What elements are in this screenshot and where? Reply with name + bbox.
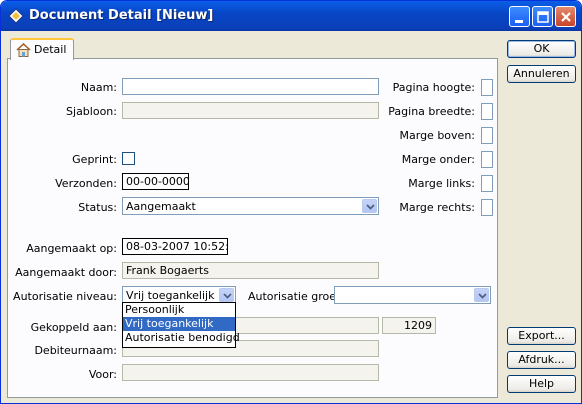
aangemaakt-op-label: Aangemaakt op: <box>26 242 117 255</box>
chevron-down-icon <box>366 204 375 210</box>
geprint-label: Geprint: <box>72 153 117 166</box>
autorisatie-niveau-dropdown-button[interactable] <box>219 288 234 302</box>
naam-input[interactable] <box>122 78 379 95</box>
maximize-icon <box>537 11 549 23</box>
close-button[interactable] <box>555 6 576 27</box>
status-dropdown-button[interactable] <box>362 199 377 213</box>
chevron-down-icon <box>223 293 232 299</box>
title-bar[interactable]: Document Detail [Nieuw] <box>1 1 581 31</box>
voor-field[interactable] <box>122 364 379 381</box>
document-icon <box>8 8 24 24</box>
dropdown-option-vrij-toegankelijk[interactable]: Vrij toegankelijk <box>123 317 235 331</box>
voor-label: Voor: <box>88 368 117 381</box>
debiteurnaam-label: Debiteurnaam: <box>34 344 117 357</box>
chevron-down-icon <box>478 293 487 299</box>
ok-button[interactable]: OK <box>507 40 576 58</box>
dropdown-option-persoonlijk[interactable]: Persoonlijk <box>123 303 235 317</box>
pagina-breedte-input[interactable] <box>481 103 493 120</box>
status-label: Status: <box>78 201 117 214</box>
naam-label: Naam: <box>80 81 117 94</box>
marge-onder-input[interactable] <box>481 151 493 168</box>
cancel-button[interactable]: Annuleren <box>507 65 576 83</box>
marge-rechts-input[interactable] <box>481 199 493 216</box>
minimize-button[interactable] <box>509 6 530 27</box>
maximize-button[interactable] <box>532 6 553 27</box>
autorisatie-niveau-label: Autorisatie niveau: <box>13 290 117 303</box>
marge-rechts-label: Marge rechts: <box>399 201 475 214</box>
aangemaakt-door-field[interactable]: Frank Bogaerts <box>122 262 379 279</box>
marge-links-label: Marge links: <box>408 177 475 190</box>
autorisatie-groep-label: Autorisatie groep: <box>248 290 347 303</box>
window-title: Document Detail [Nieuw] <box>29 8 214 23</box>
house-icon <box>16 42 31 60</box>
marge-onder-label: Marge onder: <box>401 153 475 166</box>
status-value: Aangemaakt <box>126 200 196 213</box>
autorisatie-niveau-dropdown-list: Persoonlijk Vrij toegankelijk Autorisati… <box>122 302 240 348</box>
aangemaakt-door-label: Aangemaakt door: <box>15 266 117 279</box>
marge-boven-input[interactable] <box>481 127 493 144</box>
status-select[interactable]: Aangemaakt <box>122 197 379 215</box>
tab-label: Detail <box>34 43 67 56</box>
autorisatie-groep-select[interactable] <box>334 286 491 304</box>
verzonden-input[interactable]: 00-00-0000 <box>122 173 189 190</box>
export-button[interactable]: Export... <box>507 327 576 345</box>
tab-detail[interactable]: Detail <box>10 38 74 60</box>
document-detail-window: Document Detail [Nieuw] Detail Naam: Sja… <box>0 0 582 404</box>
close-icon <box>561 12 571 22</box>
pagina-hoogte-input[interactable] <box>481 79 493 96</box>
sjabloon-label: Sjabloon: <box>66 105 117 118</box>
aangemaakt-op-field[interactable]: 08-03-2007 10:52:11 <box>122 238 228 255</box>
gekoppeld-aan-id[interactable]: 1209 <box>382 317 436 334</box>
verzonden-label: Verzonden: <box>55 177 117 190</box>
print-button[interactable]: Afdruk... <box>507 351 576 369</box>
help-button[interactable]: Help <box>507 375 576 393</box>
dropdown-option-autorisatie-benodigd[interactable]: Autorisatie benodigd <box>123 331 240 345</box>
autorisatie-niveau-value: Vrij toegankelijk <box>126 289 215 302</box>
pagina-hoogte-label: Pagina hoogte: <box>392 81 475 94</box>
pagina-breedte-label: Pagina breedte: <box>388 105 475 118</box>
gekoppeld-aan-label: Gekoppeld aan: <box>30 321 117 334</box>
marge-links-input[interactable] <box>481 175 493 192</box>
marge-boven-label: Marge boven: <box>399 129 475 142</box>
sjabloon-field[interactable] <box>122 102 379 119</box>
geprint-checkbox[interactable] <box>122 152 135 165</box>
minimize-icon <box>515 20 523 23</box>
autorisatie-groep-dropdown-button[interactable] <box>474 288 489 302</box>
